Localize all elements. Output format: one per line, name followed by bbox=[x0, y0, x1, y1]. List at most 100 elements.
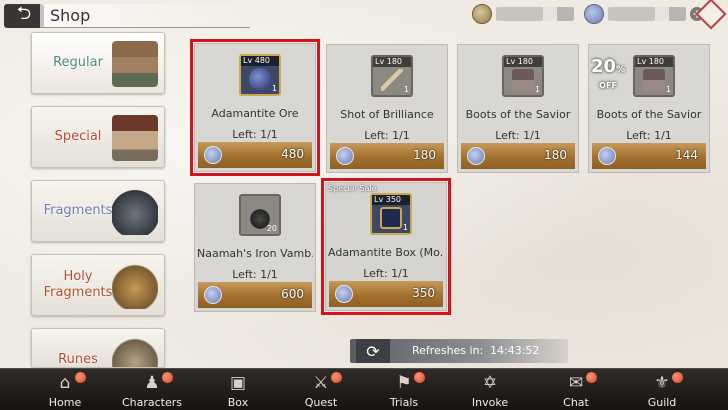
notification-dot bbox=[75, 372, 86, 383]
shop-building-icon bbox=[112, 115, 158, 161]
shop-item-card[interactable]: Lv 180 1 Boots of the Savior Left: 1/1 1… bbox=[457, 44, 579, 173]
notification-dot bbox=[672, 372, 683, 383]
purchase-limit: Left: 1/1 bbox=[363, 267, 409, 280]
item-quantity: 1 bbox=[534, 85, 540, 94]
shop-item-card[interactable]: Special Sale Lv 350 1 Adamantite Box (Mo… bbox=[321, 178, 451, 315]
purchase-limit: Left: 1/1 bbox=[232, 128, 278, 141]
bottom-nav: ⌂ Home ♟ Characters ▣ Box ⚔ Quest ⚑ Tria… bbox=[0, 368, 728, 410]
crossed-swords-icon: ⚔ bbox=[313, 373, 329, 393]
discount-label: OFF bbox=[599, 81, 617, 90]
item-level: Lv 180 bbox=[373, 57, 411, 67]
special-sale-badge: Special Sale bbox=[328, 184, 377, 193]
rune-icon bbox=[112, 337, 158, 367]
shop-item-card[interactable]: Lv 480 1 Adamantite Ore Left: 1/1 480 bbox=[190, 39, 320, 176]
tab-label: Fragments bbox=[43, 203, 113, 218]
purchase-limit: Left: 1/1 bbox=[232, 268, 278, 281]
buy-button[interactable]: 350 bbox=[329, 281, 443, 307]
gem-icon bbox=[336, 147, 354, 165]
item-name: Adamantite Ore bbox=[211, 107, 299, 120]
purchase-limit: Left: 1/1 bbox=[626, 129, 672, 142]
nav-characters[interactable]: ♟ Characters bbox=[112, 369, 192, 410]
gem-icon bbox=[467, 147, 485, 165]
gem-icon bbox=[335, 285, 353, 303]
tab-runes[interactable]: Runes bbox=[31, 328, 165, 368]
item-quantity: 1 bbox=[403, 85, 409, 94]
currency-amount-redacted bbox=[496, 7, 574, 21]
boots-icon bbox=[643, 69, 665, 91]
discount-value: 20 bbox=[591, 56, 617, 77]
item-price: 180 bbox=[544, 148, 567, 162]
item-price: 350 bbox=[412, 286, 435, 300]
page-title: Shop bbox=[50, 6, 91, 25]
house-icon bbox=[112, 41, 158, 87]
fragment-ore-icon bbox=[112, 189, 158, 235]
item-price: 480 bbox=[281, 147, 304, 161]
nav-label: Characters bbox=[121, 396, 183, 409]
buy-button[interactable]: 180 bbox=[461, 143, 575, 169]
item-price: 144 bbox=[675, 148, 698, 162]
item-icon-frame: Lv 480 1 bbox=[239, 54, 281, 96]
nav-label: Chat bbox=[563, 396, 589, 409]
item-icon-frame: Lv 180 1 bbox=[371, 55, 413, 97]
tab-holy-fragments[interactable]: Holy Fragments bbox=[31, 254, 165, 316]
item-quantity: 1 bbox=[402, 223, 408, 232]
nav-quest[interactable]: ⚔ Quest bbox=[281, 369, 361, 410]
nav-invoke[interactable]: ✡ Invoke bbox=[450, 369, 530, 410]
characters-icon: ♟ bbox=[144, 373, 160, 393]
item-icon-frame: Lv 180 1 bbox=[633, 55, 675, 97]
discount-badge: 20% OFF bbox=[591, 56, 626, 94]
nav-guild[interactable]: ⚜ Guild bbox=[622, 369, 702, 410]
gem-icon bbox=[204, 146, 222, 164]
buy-button[interactable]: 144 bbox=[592, 143, 706, 169]
nav-trials[interactable]: ⚑ Trials bbox=[364, 369, 444, 410]
purchase-limit: Left: 1/1 bbox=[364, 129, 410, 142]
title-bar: Shop bbox=[40, 4, 250, 28]
buy-button[interactable]: 600 bbox=[198, 282, 312, 308]
chat-icon: ✉ bbox=[568, 373, 584, 393]
coin-icon bbox=[472, 4, 492, 24]
box-icon: ▣ bbox=[229, 373, 247, 393]
buy-button[interactable]: 480 bbox=[198, 142, 312, 168]
gem-amount-redacted bbox=[608, 7, 686, 21]
gem-icon bbox=[204, 286, 222, 304]
notification-dot bbox=[414, 372, 425, 383]
item-icon-frame: 20 bbox=[239, 194, 281, 236]
item-icon-frame: Lv 180 1 bbox=[502, 55, 544, 97]
box-icon bbox=[380, 207, 402, 229]
refresh-timer: ⟳ Refreshes in: 14:43:52 bbox=[350, 339, 568, 363]
refresh-label: Refreshes in: bbox=[412, 344, 484, 357]
back-button[interactable]: ⮌ bbox=[4, 3, 44, 28]
gem-icon bbox=[598, 147, 616, 165]
tab-special[interactable]: Special bbox=[31, 106, 165, 168]
tab-fragments[interactable]: Fragments bbox=[31, 180, 165, 242]
nav-home[interactable]: ⌂ Home bbox=[25, 369, 105, 410]
item-quantity: 1 bbox=[665, 85, 671, 94]
item-price: 180 bbox=[413, 148, 436, 162]
guild-emblem-icon: ⚜ bbox=[654, 373, 670, 393]
item-name: Naamah's Iron Vamb... bbox=[197, 247, 313, 260]
home-icon: ⌂ bbox=[59, 373, 71, 393]
shop-item-card[interactable]: Lv 180 1 Shot of Brilliance Left: 1/1 18… bbox=[326, 44, 448, 173]
item-level: Lv 180 bbox=[635, 57, 673, 67]
tab-regular[interactable]: Regular bbox=[31, 32, 165, 94]
holy-fragment-icon bbox=[112, 263, 158, 309]
item-name: Shot of Brilliance bbox=[340, 108, 434, 121]
tab-label: Holy Fragments bbox=[43, 269, 113, 300]
item-level: Lv 180 bbox=[504, 57, 542, 67]
nav-box[interactable]: ▣ Box bbox=[198, 369, 278, 410]
shop-item-card[interactable]: 20 Naamah's Iron Vamb... Left: 1/1 600 bbox=[194, 183, 316, 312]
boots-icon bbox=[512, 69, 534, 91]
item-quantity: 20 bbox=[266, 224, 277, 233]
buy-button[interactable]: 180 bbox=[330, 143, 444, 169]
shop-item-card[interactable]: 20% OFF Lv 180 1 Boots of the Savior Lef… bbox=[588, 44, 710, 173]
purchase-limit: Left: 1/1 bbox=[495, 129, 541, 142]
item-level: Lv 480 bbox=[241, 56, 279, 66]
nav-chat[interactable]: ✉ Chat bbox=[536, 369, 616, 410]
currency-gems: + bbox=[584, 3, 704, 25]
item-level: Lv 350 bbox=[372, 195, 410, 205]
nav-label: Invoke bbox=[471, 396, 509, 409]
currency-gold bbox=[472, 3, 574, 25]
discount-unit: % bbox=[616, 65, 626, 75]
nav-label: Home bbox=[48, 396, 82, 409]
refresh-icon[interactable]: ⟳ bbox=[356, 339, 390, 363]
